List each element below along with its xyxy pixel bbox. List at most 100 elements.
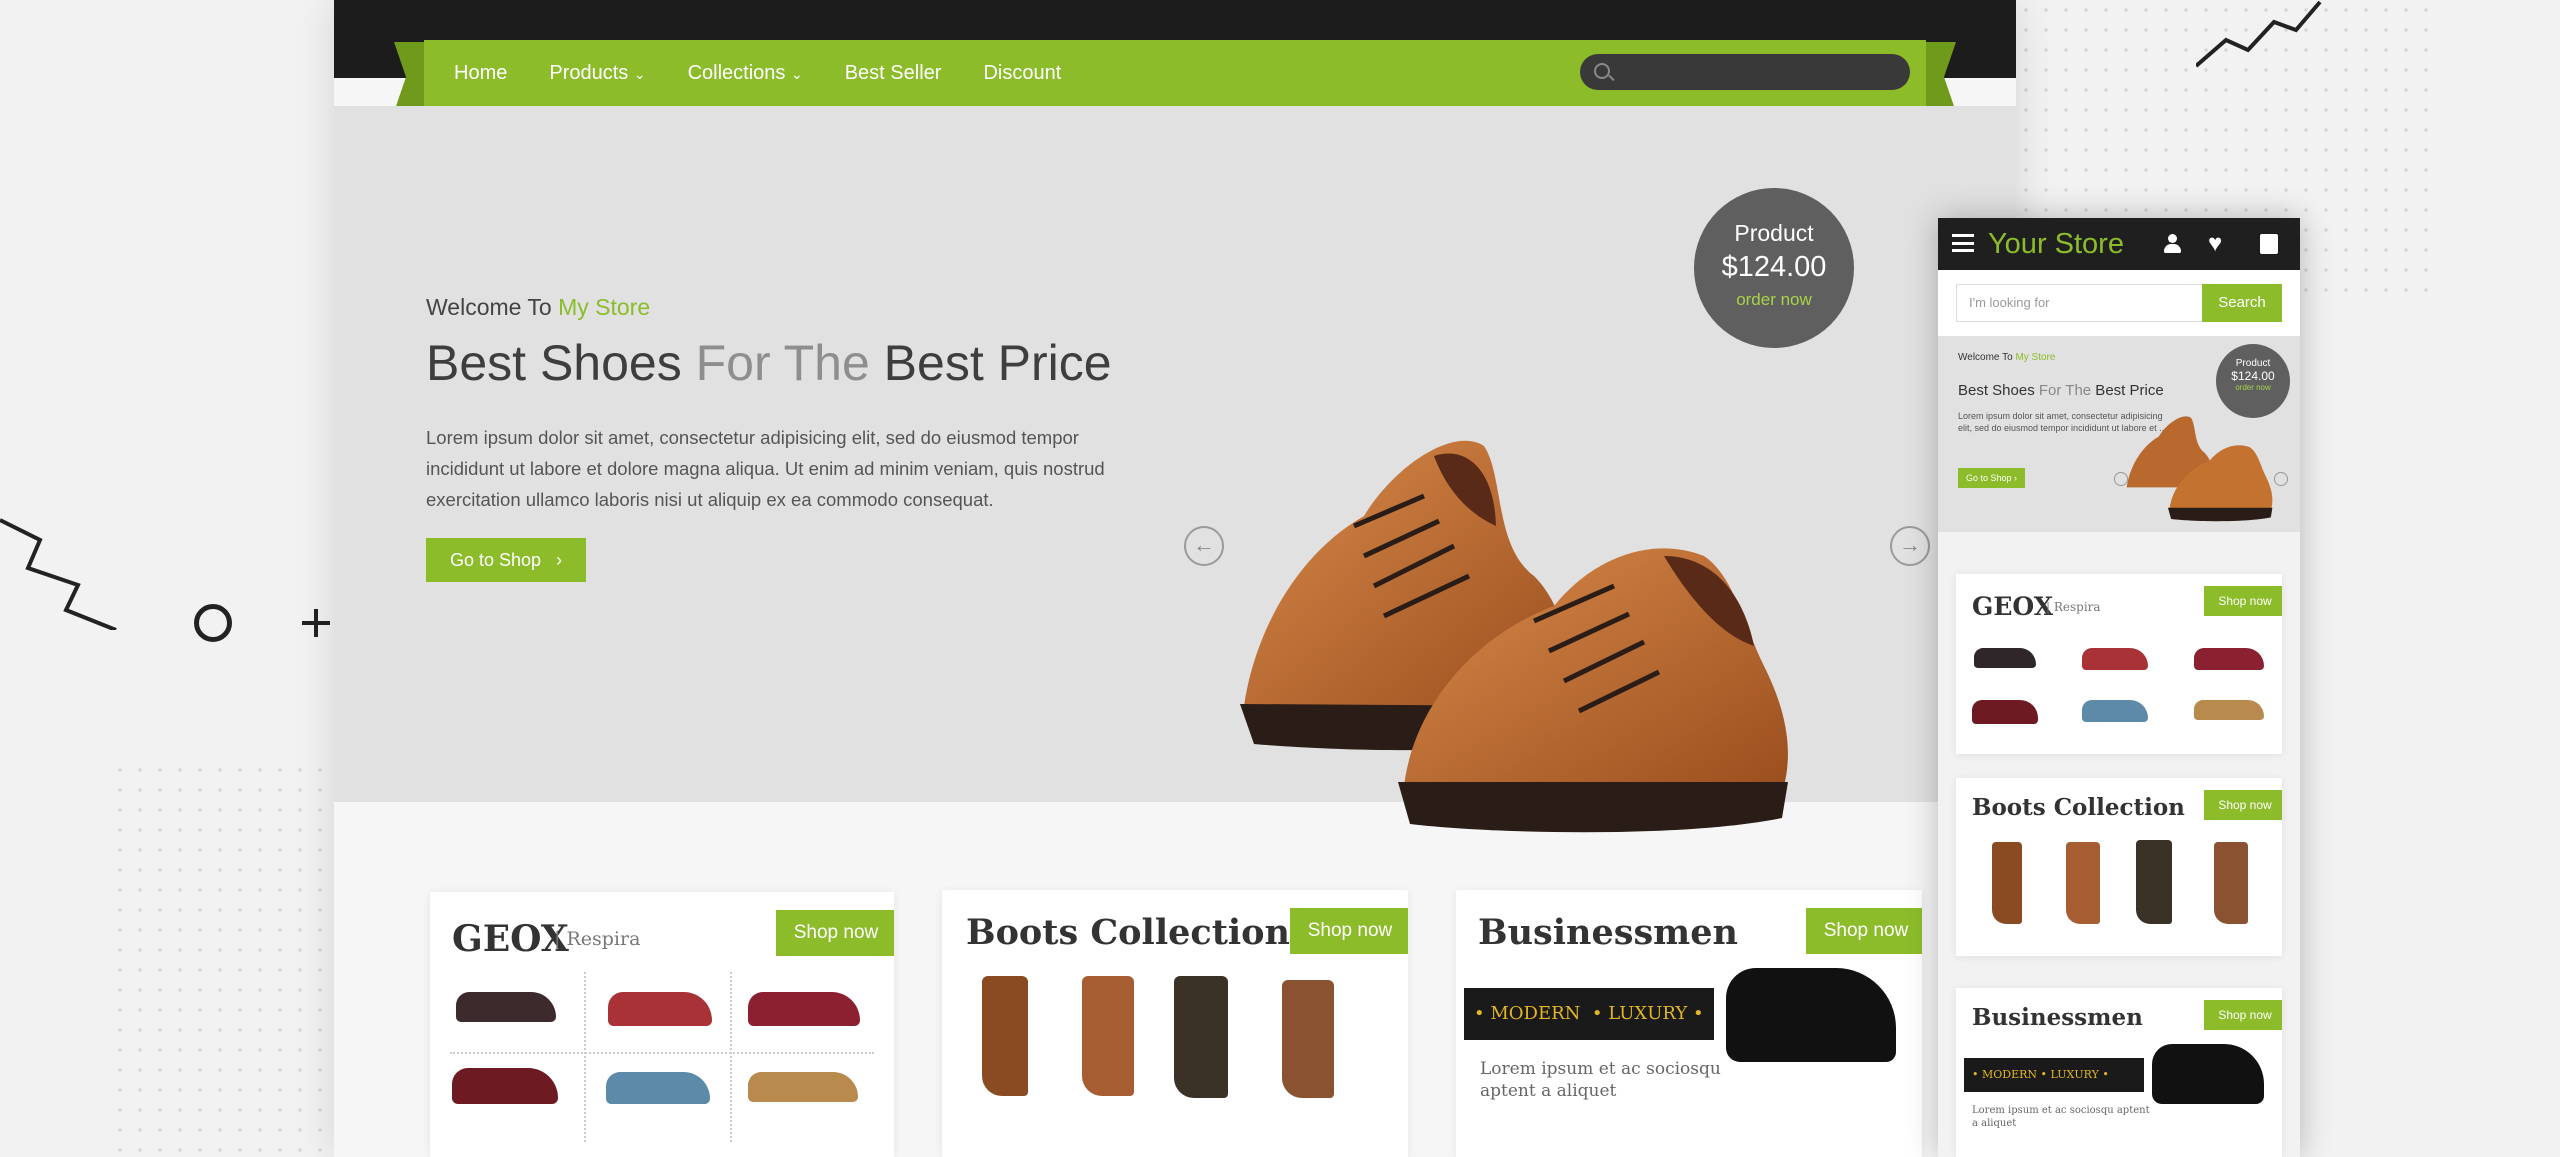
- hero-welcome-store: My Store: [558, 294, 651, 320]
- mobile-hero-welcome: Welcome To My Store: [1958, 352, 2055, 363]
- mobile-shoes-image: [2126, 416, 2273, 522]
- mobile-boots-card[interactable]: Boots Collection Shop now: [1956, 778, 2282, 956]
- hero-title-part-2: For The: [695, 335, 870, 391]
- mobile-shop-now-button[interactable]: Shop now: [2204, 586, 2282, 616]
- boot-thumbnail[interactable]: [2066, 842, 2100, 924]
- boot-thumbnail[interactable]: [982, 976, 1028, 1096]
- product-grid-divider: [584, 972, 586, 1142]
- geox-subtitle: | Respira: [554, 928, 641, 950]
- mobile-carousel-next-icon[interactable]: [2274, 472, 2288, 486]
- hero-title-part-1: Best Shoes: [426, 335, 696, 391]
- shoes-product-image: [1240, 440, 1788, 833]
- nav-item-collections-label: Collections: [687, 61, 786, 84]
- shop-now-button[interactable]: Shop now: [1290, 908, 1408, 954]
- mobile-businessmen-description: Lorem ipsum et ac sociosqu aptent a aliq…: [1972, 1105, 2150, 1129]
- bullet-icon: •: [2040, 1068, 2048, 1081]
- sneaker-thumbnail[interactable]: [1972, 700, 2038, 724]
- mobile-hero-title: Best Shoes For The Best Price: [1958, 382, 2164, 399]
- boot-thumbnail[interactable]: [2136, 840, 2172, 924]
- product-grid-divider: [730, 972, 732, 1142]
- luxury-label: LUXURY: [1608, 1003, 1688, 1024]
- hero-welcome-prefix: Welcome To: [426, 294, 559, 320]
- mobile-go-to-shop-label: Go to Shop: [1966, 473, 2012, 483]
- chevron-down-icon: ⌄: [790, 65, 803, 82]
- mobile-search-input[interactable]: I'm looking for: [1956, 284, 2204, 322]
- carousel-next-button[interactable]: →: [1890, 526, 1930, 566]
- boots-collection-card[interactable]: Boots Collection Shop now: [942, 890, 1408, 1157]
- price-badge[interactable]: Product $124.00 order now: [1694, 188, 1854, 348]
- price-badge-price: $124.00: [1721, 251, 1827, 283]
- shopping-bag-icon[interactable]: [2260, 234, 2278, 254]
- sneaker-thumbnail[interactable]: [2194, 648, 2264, 670]
- sneaker-thumbnail[interactable]: [452, 1068, 558, 1104]
- arrow-right-icon: →: [1899, 532, 1921, 557]
- modern-label: MODERN: [1490, 1003, 1581, 1024]
- businessmen-collection-card[interactable]: Businessmen Shop now • MODERN • LUXURY •…: [1456, 890, 1922, 1157]
- mobile-boots-title: Boots Collection: [1972, 794, 2185, 821]
- businessmen-description: Lorem ipsum et ac sociosqu aptent a aliq…: [1480, 1059, 1721, 1101]
- chevron-right-icon: ›: [556, 550, 563, 570]
- mobile-shop-now-button[interactable]: Shop now: [2204, 1000, 2282, 1030]
- boot-thumbnail[interactable]: [1282, 980, 1334, 1098]
- boot-thumbnail[interactable]: [1082, 976, 1134, 1096]
- boot-thumbnail[interactable]: [1174, 976, 1228, 1098]
- mobile-hero-title-part-3: Best Price: [2091, 382, 2164, 399]
- sneaker-thumbnail[interactable]: [748, 992, 860, 1026]
- shop-now-button[interactable]: Shop now: [776, 910, 894, 956]
- sneaker-thumbnail[interactable]: [2082, 648, 2148, 670]
- menu-icon[interactable]: [1952, 234, 1974, 252]
- sneaker-thumbnail[interactable]: [456, 992, 556, 1022]
- bullet-icon: •: [1474, 1003, 1485, 1024]
- bullet-icon: •: [1591, 1003, 1603, 1024]
- sneaker-thumbnail[interactable]: [2082, 700, 2148, 722]
- mobile-welcome-store: My Store: [2015, 352, 2056, 363]
- mobile-businessmen-title: Businessmen: [1972, 1004, 2143, 1031]
- circle-decoration: [194, 604, 232, 642]
- dress-shoe-thumbnail[interactable]: [1726, 968, 1896, 1062]
- mobile-hero-title-part-1: Best Shoes: [1958, 382, 2039, 399]
- search-input[interactable]: [1580, 54, 1910, 90]
- zigzag-decoration-right: [2196, 0, 2322, 68]
- nav-item-products-label: Products: [549, 61, 629, 84]
- shop-now-button[interactable]: Shop now: [1806, 908, 1922, 954]
- mobile-geox-card[interactable]: GEOX | Respira Shop now: [1956, 574, 2282, 754]
- mobile-luxury-label: LUXURY: [2050, 1068, 2099, 1081]
- mobile-store-title[interactable]: Your Store: [1988, 228, 2124, 261]
- bullet-icon: •: [1692, 1003, 1704, 1024]
- arrow-left-icon: ←: [1193, 532, 1215, 557]
- nav-item-products[interactable]: Products ⌄: [549, 62, 645, 85]
- hero-welcome: Welcome To My Store: [426, 294, 650, 321]
- sneaker-thumbnail[interactable]: [2194, 700, 2264, 720]
- dot-pattern-left: [110, 760, 330, 1157]
- wishlist-heart-icon[interactable]: ♥: [2208, 230, 2222, 258]
- mobile-shop-now-button[interactable]: Shop now: [2204, 790, 2282, 820]
- hero-title-part-3: Best Price: [869, 335, 1112, 391]
- mobile-go-to-shop-button[interactable]: Go to Shop ›: [1958, 468, 2026, 488]
- boot-thumbnail[interactable]: [1992, 842, 2022, 924]
- nav-item-home[interactable]: Home: [454, 62, 507, 85]
- nav-item-discount[interactable]: Discount: [983, 62, 1061, 85]
- sneaker-thumbnail[interactable]: [1974, 648, 2036, 668]
- user-icon[interactable]: [2164, 234, 2181, 254]
- modern-luxury-bar: • MODERN • LUXURY •: [1464, 988, 1714, 1040]
- mobile-order-now-link[interactable]: order now: [2216, 383, 2290, 392]
- boot-thumbnail[interactable]: [2214, 842, 2248, 924]
- dress-shoe-thumbnail[interactable]: [2152, 1044, 2264, 1104]
- geox-collection-card[interactable]: GEOX | Respira Shop now: [430, 892, 894, 1157]
- sneaker-thumbnail[interactable]: [606, 1072, 710, 1104]
- bullet-icon: •: [1972, 1068, 1979, 1081]
- mobile-modern-label: MODERN: [1982, 1068, 2038, 1081]
- mobile-search-button[interactable]: Search: [2202, 284, 2282, 322]
- go-to-shop-button[interactable]: Go to Shop ›: [426, 538, 587, 582]
- order-now-link[interactable]: order now: [1694, 290, 1854, 310]
- nav-menu: Home Products ⌄ Collections ⌄ Best Selle…: [454, 40, 1103, 106]
- sneaker-thumbnail[interactable]: [748, 1072, 858, 1102]
- sneaker-thumbnail[interactable]: [608, 992, 712, 1026]
- nav-item-best-seller[interactable]: Best Seller: [845, 62, 942, 85]
- mobile-businessmen-card[interactable]: Businessmen Shop now • MODERN • LUXURY •…: [1956, 988, 2282, 1157]
- chevron-down-icon: ⌄: [633, 65, 646, 82]
- search-icon: [1594, 63, 1610, 79]
- nav-item-collections[interactable]: Collections ⌄: [688, 62, 803, 85]
- carousel-prev-button[interactable]: ←: [1184, 526, 1224, 566]
- mobile-search-bar: I'm looking for Search: [1938, 270, 2300, 336]
